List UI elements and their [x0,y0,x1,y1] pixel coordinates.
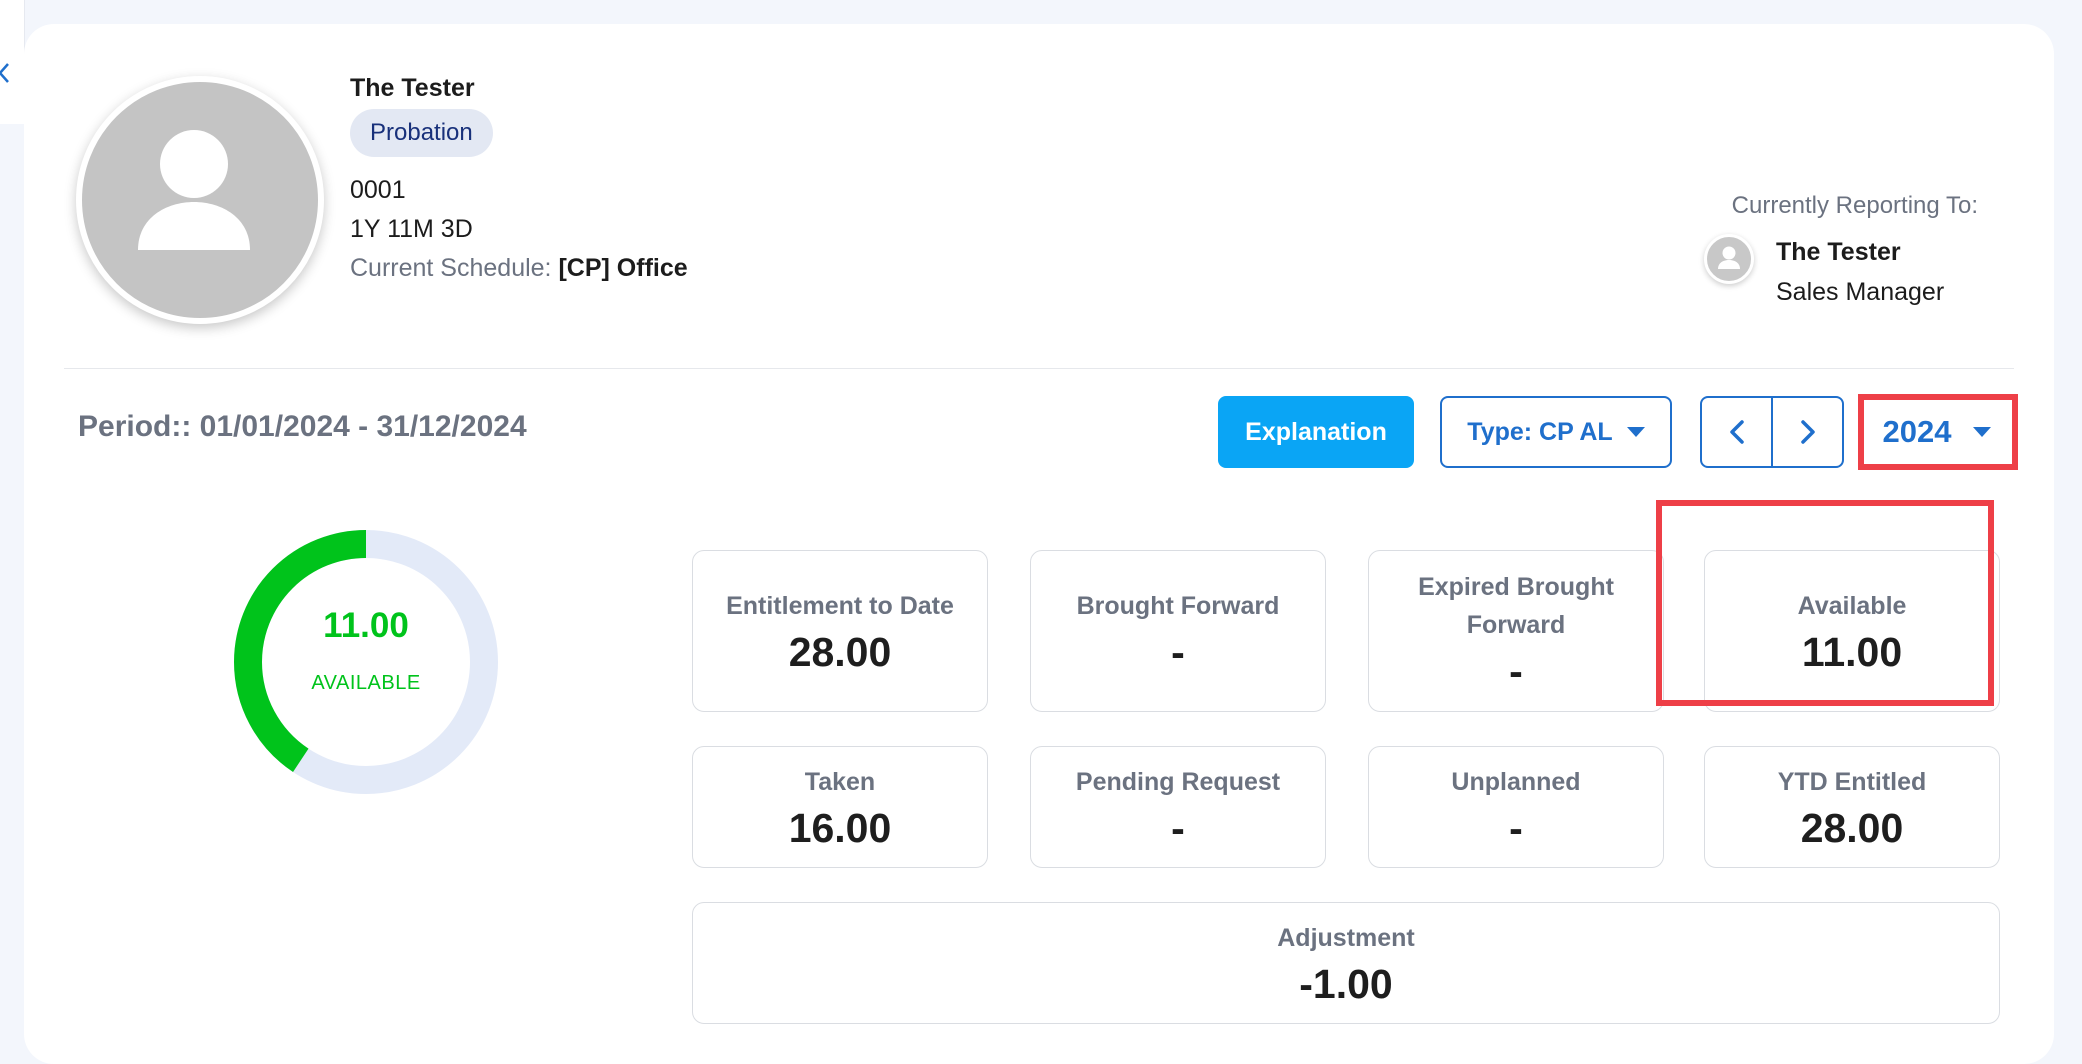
caret-down-icon [1626,427,1645,437]
donut-value: 11.00 [323,606,409,645]
previous-period-button[interactable] [1702,398,1771,466]
manager-name: The Tester [1776,238,1901,266]
stat-ytd-entitled: YTD Entitled 28.00 [1704,746,2000,868]
donut-label: AVAILABLE [311,672,421,694]
manager-title: Sales Manager [1776,278,1945,306]
employee-avatar [76,76,324,324]
stat-value: 16.00 [788,804,892,851]
stat-adjustment: Adjustment -1.00 [692,902,2000,1024]
stat-value: - [1509,647,1523,694]
status-badge: Probation [350,109,493,157]
stat-title: Pending Request [1075,767,1281,796]
employee-name: The Tester [350,74,475,102]
schedule-value: [CP] Office [558,254,688,282]
stat-entitlement-to-date: Entitlement to Date 28.00 [692,550,988,712]
period-range: Period:: 01/01/2024 - 31/12/2024 [78,410,527,443]
stat-title: YTD Entitled [1777,767,1927,796]
stat-value: - [1171,628,1185,675]
leave-type-dropdown[interactable]: Type: CP AL [1440,396,1672,468]
explanation-button[interactable]: Explanation [1218,396,1414,468]
stat-title: Unplanned [1451,767,1581,796]
collapse-arrow-icon [0,63,9,83]
employee-tenure: 1Y 11M 3D [350,215,473,243]
next-period-button[interactable] [1771,398,1842,466]
stat-available: Available 11.00 [1704,550,2000,712]
stat-title: Brought Forward [1076,591,1280,620]
sidebar-collapse-tab[interactable] [0,0,25,124]
user-silhouette-icon [138,130,250,250]
chevron-left-icon [1729,420,1744,444]
stat-brought-forward: Brought Forward - [1030,550,1326,712]
stat-pending-request: Pending Request - [1030,746,1326,868]
stat-value: 11.00 [1801,628,1903,675]
leave-type-label: Type: CP AL [1467,417,1613,446]
user-silhouette-icon [1718,246,1740,269]
year-value: 2024 [1882,414,1952,449]
stat-value: 28.00 [788,628,892,675]
reporting-to-label: Currently Reporting To: [1731,192,1978,219]
stat-expired-brought-forward: Expired Brought Forward - [1368,550,1664,712]
stat-value: -1.00 [1299,960,1393,1007]
year-dropdown[interactable]: 2024 [1862,396,2012,468]
available-donut-chart [234,530,498,794]
stat-unplanned: Unplanned - [1368,746,1664,868]
stat-title: Available [1797,591,1907,620]
stat-title: Entitlement to Date [726,591,954,620]
section-divider [64,368,2014,369]
chevron-right-icon [1800,420,1815,444]
caret-down-icon [1973,427,1992,437]
leave-summary-card: The Tester Probation 0001 1Y 11M 3D Curr… [24,24,2054,1064]
stat-title: Adjustment [1277,923,1415,952]
current-schedule: Current Schedule: [CP] Office [350,254,688,283]
stat-taken: Taken 16.00 [692,746,988,868]
employee-id: 0001 [350,176,406,204]
stat-title: Expired Brought Forward [1418,572,1614,639]
period-navigation [1700,396,1844,468]
schedule-label: Current Schedule: [350,254,552,282]
manager-avatar [1704,234,1754,284]
stat-value: - [1171,804,1185,851]
stat-value: 28.00 [1800,804,1904,851]
stat-title: Taken [804,767,876,796]
stat-value: - [1509,804,1523,851]
